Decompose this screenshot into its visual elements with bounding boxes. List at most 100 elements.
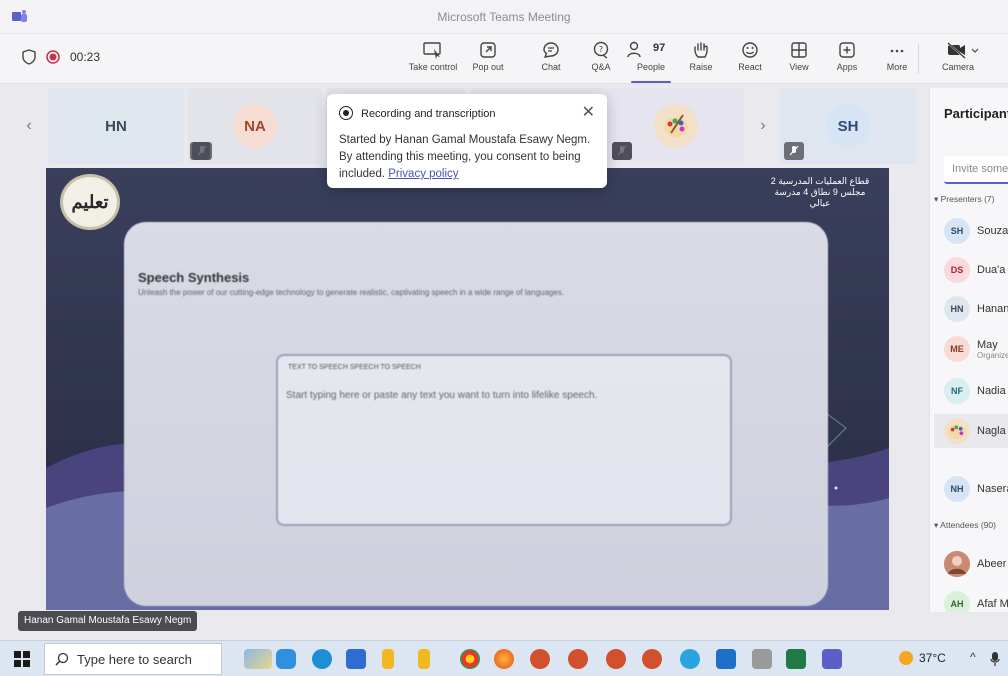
participant-row[interactable]: ME May Organizer: [944, 334, 1008, 364]
chevron-right-icon: ›: [760, 117, 766, 134]
meeting-timer: 00:23: [70, 50, 101, 64]
taskbar-search-box[interactable]: Type here to search: [44, 643, 222, 675]
more-button[interactable]: More: [869, 39, 925, 81]
apps-plus-icon: [839, 42, 855, 58]
react-button[interactable]: React: [722, 39, 778, 81]
avatar: HN: [94, 104, 138, 148]
more-dots-icon: [890, 49, 904, 53]
recording-indicator-icon: [339, 106, 353, 120]
pop-out-icon: [480, 42, 496, 58]
close-icon[interactable]: ✕: [582, 102, 595, 122]
weather-widget[interactable]: 37°C: [898, 650, 946, 666]
shared-screen-video: تعليم قطاع العمليات المدرسية 2 مجلس 9 نط…: [46, 168, 889, 610]
participant-row[interactable]: Nagla: [934, 414, 1008, 448]
toolbar-divider: [918, 44, 919, 74]
powerpoint-icon[interactable]: [568, 649, 588, 669]
raise-hand-button[interactable]: Raise: [673, 39, 729, 81]
avatar: [654, 104, 698, 148]
pop-out-button[interactable]: Pop out: [460, 39, 516, 81]
avatar: HN: [944, 296, 970, 322]
sun-icon: [899, 651, 913, 665]
participant-row[interactable]: Abeer: [944, 549, 1006, 579]
firefox-icon[interactable]: [494, 649, 514, 669]
avatar: NF: [944, 378, 970, 404]
powerpoint-icon[interactable]: [530, 649, 550, 669]
excel-icon[interactable]: [786, 649, 806, 669]
strip-prev-button[interactable]: ‹: [12, 88, 46, 164]
people-count: 97: [653, 42, 666, 54]
palette-avatar-icon: [948, 424, 966, 440]
camera-button[interactable]: Camera: [934, 39, 994, 81]
popup-title: Recording and transcription: [361, 108, 496, 120]
svg-text:?: ?: [599, 45, 603, 54]
edge-browser-icon[interactable]: [312, 649, 332, 669]
outlook-icon[interactable]: [716, 649, 736, 669]
chat-button[interactable]: Chat: [523, 39, 579, 81]
chevron-up-icon[interactable]: ^: [970, 650, 976, 664]
participant-tile[interactable]: HN: [48, 88, 184, 164]
smiley-icon: [742, 42, 758, 58]
school-logo: تعليم: [60, 174, 120, 230]
strip-next-button[interactable]: ›: [746, 88, 780, 164]
privacy-policy-link[interactable]: Privacy policy: [388, 168, 458, 180]
avatar: [944, 551, 970, 577]
powerpoint-icon[interactable]: [606, 649, 626, 669]
participant-tile[interactable]: SH: [780, 88, 916, 164]
folder-icon[interactable]: [382, 649, 394, 669]
powerpoint-icon[interactable]: [642, 649, 662, 669]
folder-icon[interactable]: [418, 649, 430, 669]
telegram-icon[interactable]: [680, 649, 700, 669]
people-button[interactable]: 97 People: [623, 39, 679, 83]
avatar: DS: [944, 257, 970, 283]
chrome-icon[interactable]: [460, 649, 480, 669]
muted-mic-icon: [784, 142, 804, 160]
participants-panel: Participants Invite someone ▾ Presenters…: [929, 88, 1008, 612]
apps-button[interactable]: Apps: [819, 39, 875, 81]
shared-app-window: Speech Synthesis Unleash the power of ou…: [124, 222, 828, 606]
participant-row[interactable]: HN Hanan: [944, 294, 1008, 324]
screen-tabs: TEXT TO SPEECH SPEECH TO SPEECH: [288, 364, 421, 371]
camera-off-icon: [947, 42, 979, 59]
shield-icon[interactable]: [22, 49, 36, 65]
chat-icon: [543, 42, 559, 58]
muted-mic-icon: [612, 142, 632, 160]
raise-hand-icon: [694, 42, 708, 58]
recording-icon: [46, 50, 60, 64]
recording-notice-popup: Recording and transcription ✕ Started by…: [327, 94, 607, 188]
screen-subtitle: Unleash the power of our cutting-edge te…: [138, 288, 565, 297]
avatar: [944, 418, 970, 444]
teams-taskbar-icon[interactable]: [822, 649, 842, 669]
search-icon: [55, 652, 69, 666]
news-widget-icon[interactable]: [244, 649, 272, 669]
microphone-icon[interactable]: [990, 651, 1000, 667]
invite-input[interactable]: Invite someone: [944, 156, 1008, 184]
qa-button[interactable]: ? Q&A: [573, 39, 629, 81]
avatar: AH: [944, 591, 970, 612]
attendees-section-header[interactable]: ▾ Attendees (90): [934, 520, 996, 531]
avatar: SH: [944, 218, 970, 244]
participant-row[interactable]: SH Souzan: [944, 216, 1008, 246]
popup-body: Started by Hanan Gamal Moustafa Esawy Ne…: [339, 134, 591, 180]
store-icon[interactable]: [346, 649, 366, 669]
participant-row[interactable]: DS Dua'a: [944, 255, 1005, 285]
screen-text-box: TEXT TO SPEECH SPEECH TO SPEECH Start ty…: [276, 354, 732, 526]
person-photo-icon: [944, 551, 970, 577]
screen-placeholder: Start typing here or paste any text you …: [286, 390, 598, 401]
take-control-button[interactable]: Take control: [405, 39, 461, 81]
screen-title: Speech Synthesis: [138, 270, 250, 285]
arabic-caption: قطاع العمليات المدرسية 2 مجلس 9 نطاق 4 م…: [770, 176, 870, 208]
file-explorer-icon[interactable]: [276, 649, 296, 669]
take-control-icon: [423, 42, 441, 59]
presenters-section-header[interactable]: ▾ Presenters (7): [934, 194, 995, 205]
panel-title: Participants: [944, 106, 1008, 121]
participant-row[interactable]: NH Nasera: [944, 474, 1008, 504]
avatar: SH: [826, 104, 870, 148]
participant-row[interactable]: AH Afaf M: [944, 589, 1008, 612]
title-bar: Microsoft Teams Meeting: [0, 0, 1008, 34]
qa-icon: ?: [593, 41, 609, 59]
avatar: ME: [944, 336, 970, 362]
windows-start-icon[interactable]: [14, 651, 30, 667]
windows-taskbar: Type here to search 37°C ^: [0, 640, 1008, 676]
participant-row[interactable]: NF Nadia: [944, 376, 1006, 406]
mail-icon[interactable]: [752, 649, 772, 669]
